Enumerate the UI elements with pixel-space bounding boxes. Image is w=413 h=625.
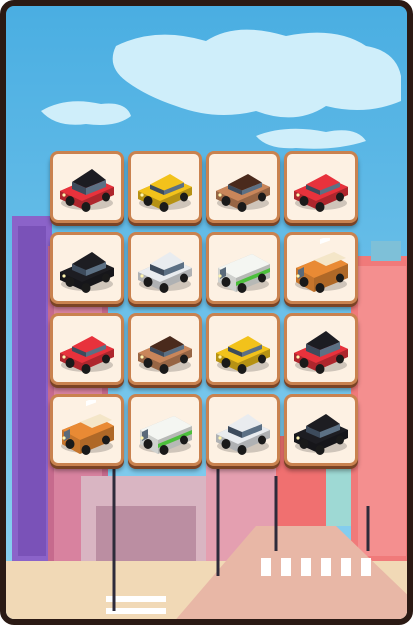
- tile-4-4[interactable]: [284, 394, 358, 466]
- brown-sedan-icon: [216, 174, 270, 212]
- green-van-icon: [139, 416, 192, 455]
- game-frame: [0, 0, 413, 625]
- tile-3-1[interactable]: [50, 313, 124, 385]
- tile-1-4[interactable]: [284, 151, 358, 223]
- green-van-icon: [217, 254, 270, 293]
- black-suv-icon: [294, 414, 348, 455]
- tile-2-1[interactable]: [50, 232, 124, 304]
- tile-1-1[interactable]: [50, 151, 124, 223]
- red-hatchback-icon: [60, 336, 114, 374]
- tile-4-3[interactable]: [206, 394, 280, 466]
- tile-3-2[interactable]: [128, 313, 202, 385]
- brown-sedan-icon: [138, 336, 192, 374]
- tile-3-3[interactable]: [206, 313, 280, 385]
- tile-2-3[interactable]: [206, 232, 280, 304]
- black-suv-icon: [60, 252, 114, 293]
- red-smart-car-icon: [294, 331, 348, 374]
- yellow-hatchback-icon: [216, 336, 270, 374]
- tile-2-2[interactable]: [128, 232, 202, 304]
- red-hatchback-icon: [294, 174, 348, 212]
- tile-4-1[interactable]: [50, 394, 124, 466]
- white-suv-icon: [138, 252, 192, 293]
- white-suv-icon: [216, 414, 270, 455]
- tile-4-2[interactable]: [128, 394, 202, 466]
- tile-3-4[interactable]: [284, 313, 358, 385]
- tile-1-3[interactable]: [206, 151, 280, 223]
- yellow-hatchback-icon: [138, 174, 192, 212]
- tile-2-4[interactable]: [284, 232, 358, 304]
- tile-1-2[interactable]: [128, 151, 202, 223]
- orange-truck-icon: [61, 400, 114, 455]
- red-smart-car-icon: [60, 169, 114, 212]
- orange-truck-icon: [295, 238, 348, 293]
